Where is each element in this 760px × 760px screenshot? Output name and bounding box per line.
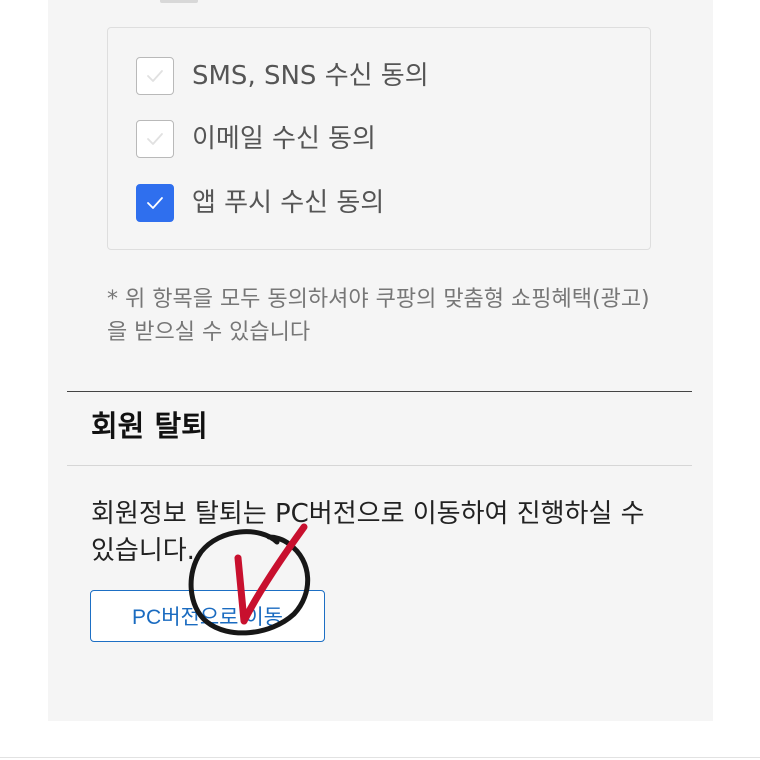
app-push-consent-label: 앱 푸시 수신 동의	[192, 188, 385, 218]
sms-sns-consent-checkbox[interactable]	[136, 57, 174, 95]
check-icon	[147, 70, 163, 82]
consent-note: * 위 항목을 모두 동의하셔야 쿠팡의 맞춤형 쇼핑혜택(광고)을 받으실 수…	[107, 287, 650, 345]
sms-sns-consent-label: SMS, SNS 수신 동의	[192, 61, 429, 91]
app-push-consent-checkbox[interactable]	[136, 184, 174, 222]
consent-row-sms-sns[interactable]: SMS, SNS 수신 동의	[136, 56, 429, 96]
check-icon	[147, 133, 163, 145]
title-divider	[67, 465, 692, 466]
marketing-consent-box: SMS, SNS 수신 동의 이메일 수신 동의 앱 푸시 수신 동의	[107, 27, 651, 250]
page: SMS, SNS 수신 동의 이메일 수신 동의 앱 푸시 수신 동의 * 위 …	[0, 0, 760, 760]
withdrawal-description: 회원정보 탈퇴는 PC버전으로 이동하여 진행하실 수 있습니다.	[91, 499, 645, 566]
check-icon	[147, 197, 163, 209]
section-divider	[67, 391, 692, 392]
email-consent-checkbox[interactable]	[136, 120, 174, 158]
withdrawal-section-title: 회원 탈퇴	[91, 409, 208, 443]
consent-row-app-push[interactable]: 앱 푸시 수신 동의	[136, 183, 384, 223]
consent-row-email[interactable]: 이메일 수신 동의	[136, 119, 376, 159]
pc-version-button[interactable]: PC버전으로 이동	[90, 590, 325, 642]
bottom-divider	[0, 757, 760, 758]
collapsed-header-edge	[160, 0, 198, 3]
email-consent-label: 이메일 수신 동의	[192, 124, 376, 154]
